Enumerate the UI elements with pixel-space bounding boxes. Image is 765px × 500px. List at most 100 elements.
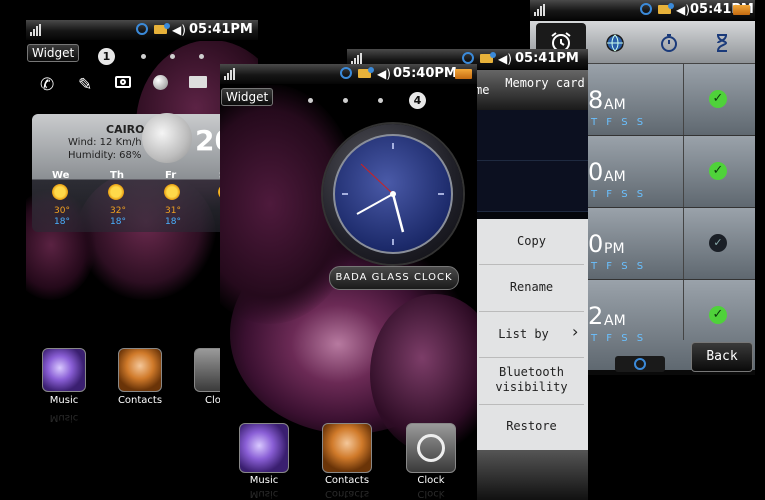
message-icon bbox=[480, 52, 496, 63]
dock-music-reflection: Music bbox=[249, 488, 279, 499]
scroll-handle[interactable] bbox=[615, 356, 665, 372]
dock-clock-label: Clo bbox=[205, 395, 221, 406]
camera-lens bbox=[120, 79, 126, 85]
alarm-divider bbox=[683, 280, 684, 340]
dock-clock-icon[interactable] bbox=[406, 423, 456, 473]
sync-icon bbox=[136, 23, 148, 35]
signal-icon bbox=[534, 4, 545, 16]
menu-item-rename[interactable]: Rename bbox=[475, 280, 588, 294]
forecast-day: Fr bbox=[165, 170, 177, 181]
widget-button[interactable]: Widget bbox=[27, 44, 80, 62]
battery-icon bbox=[455, 69, 472, 79]
dock-music-reflection: Music bbox=[49, 412, 79, 423]
forecast-high: 32° bbox=[110, 206, 126, 216]
status-bar: ◀) 05:41PM bbox=[26, 20, 258, 41]
sun-icon bbox=[164, 184, 180, 200]
weather-wind: Wind: 12 Km/h bbox=[68, 137, 142, 148]
dock-music-label: Music bbox=[49, 395, 79, 406]
forecast-high: 31° bbox=[165, 206, 181, 216]
status-bar: ◀) 05:41PM bbox=[530, 0, 755, 21]
forecast-low: 18° bbox=[165, 217, 181, 227]
page-indicator-dot bbox=[141, 54, 146, 59]
alarm-time: 0 bbox=[588, 158, 604, 186]
clock-hands bbox=[342, 143, 444, 245]
alarm-days: T F S S bbox=[591, 117, 647, 128]
dock-contacts-label: Contacts bbox=[324, 475, 370, 486]
menu-item-copy[interactable]: Copy bbox=[475, 234, 588, 248]
menu-item-bluetooth[interactable]: Bluetooth visibility bbox=[475, 365, 588, 395]
alarm-on-icon[interactable]: ✓ bbox=[709, 90, 727, 108]
weather-humidity: Humidity: 68% bbox=[68, 150, 142, 161]
sun-icon bbox=[52, 184, 68, 200]
clock-glyph-icon bbox=[417, 434, 445, 462]
phone-icon[interactable]: ✆ bbox=[40, 75, 54, 95]
sync-icon bbox=[640, 3, 652, 15]
menu-item-list-by[interactable]: List by bbox=[467, 327, 580, 341]
mail-icon[interactable] bbox=[189, 76, 207, 88]
page-indicator-dot bbox=[308, 98, 313, 103]
menu-divider bbox=[479, 404, 584, 405]
dock-clock-reflection: Clock bbox=[417, 488, 445, 499]
alarm-off-icon[interactable]: ✓ bbox=[709, 234, 727, 252]
page-indicator-dot bbox=[343, 98, 348, 103]
dock-contacts-icon[interactable] bbox=[118, 348, 162, 392]
page-indicator-current: 1 bbox=[98, 48, 115, 65]
tab-partial[interactable]: me bbox=[475, 83, 489, 97]
status-bar: ◀) 05:40PM bbox=[220, 64, 477, 85]
list-row[interactable] bbox=[475, 110, 588, 161]
clock-widget-label: BADA GLASS CLOCK bbox=[329, 266, 459, 290]
glass-clock-widget[interactable] bbox=[323, 124, 463, 264]
sun-icon bbox=[108, 184, 124, 200]
alarm-ampm: PM bbox=[604, 241, 625, 257]
world-clock-icon[interactable] bbox=[604, 32, 626, 54]
alarm-on-icon[interactable]: ✓ bbox=[709, 162, 727, 180]
chevron-right-icon: › bbox=[572, 322, 579, 341]
dock-music-icon[interactable] bbox=[239, 423, 289, 473]
page-indicator-current: 4 bbox=[409, 92, 426, 109]
handle-ring-icon bbox=[634, 358, 646, 370]
stopwatch-icon[interactable] bbox=[658, 32, 680, 54]
timer-icon[interactable] bbox=[711, 32, 733, 54]
dock-music-label: Music bbox=[249, 475, 279, 486]
dock-clock-icon[interactable] bbox=[194, 348, 220, 392]
camera-icon[interactable] bbox=[115, 76, 131, 88]
dock-music-icon[interactable] bbox=[42, 348, 86, 392]
alarm-divider bbox=[683, 64, 684, 135]
status-time: 05:41PM bbox=[515, 51, 579, 66]
options-menu: Copy Rename List by › Bluetooth visibili… bbox=[475, 219, 588, 450]
signal-icon bbox=[30, 24, 41, 36]
dock-contacts-icon[interactable] bbox=[322, 423, 372, 473]
moon-icon bbox=[142, 113, 192, 163]
page-indicator-dot bbox=[378, 98, 383, 103]
forecast-day: We bbox=[52, 170, 70, 181]
list-row[interactable] bbox=[475, 161, 588, 212]
menu-divider bbox=[479, 264, 584, 265]
alarm-days: T F S S bbox=[591, 261, 647, 272]
globe-icon[interactable] bbox=[153, 75, 168, 90]
alarm-ampm: AM bbox=[604, 313, 626, 329]
forecast-low: 18° bbox=[54, 217, 70, 227]
volume-icon: ◀) bbox=[172, 23, 186, 37]
back-button[interactable]: Back bbox=[691, 342, 753, 372]
alarm-time: 8 bbox=[588, 86, 604, 114]
compose-icon[interactable]: ✎ bbox=[78, 75, 92, 95]
menu-footer bbox=[475, 450, 588, 500]
alarm-divider bbox=[683, 208, 684, 279]
alarm-divider bbox=[683, 136, 684, 207]
alarm-days: T F S S bbox=[591, 333, 647, 344]
sync-icon bbox=[462, 52, 474, 64]
status-time: 05:41PM bbox=[189, 22, 253, 37]
tab-memory-card[interactable]: Memory card bbox=[505, 76, 585, 91]
page-indicator-dot bbox=[170, 54, 175, 59]
menu-item-restore[interactable]: Restore bbox=[475, 419, 588, 433]
alarm-time: 0 bbox=[588, 230, 604, 258]
alarm-on-icon[interactable]: ✓ bbox=[709, 306, 727, 324]
menu-divider bbox=[479, 311, 584, 312]
battery-icon bbox=[733, 5, 750, 15]
dock-contacts-reflection: Contacts bbox=[324, 488, 370, 499]
widget-button[interactable]: Widget bbox=[221, 88, 274, 106]
menu-divider bbox=[479, 357, 584, 358]
screen-home-4: ◀) 05:40PM Widget 4 BADA GLASS CLOCK Mus… bbox=[220, 64, 477, 500]
tab-bar: me Memory card bbox=[475, 70, 588, 110]
message-icon bbox=[658, 3, 674, 14]
